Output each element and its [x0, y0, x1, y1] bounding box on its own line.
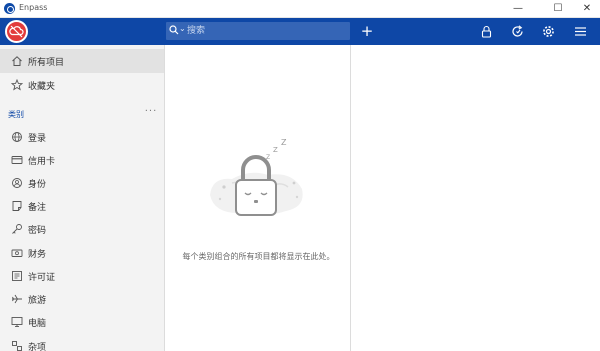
svg-text:Z: Z — [266, 154, 270, 161]
item-detail-pane — [352, 45, 600, 351]
toolbar: ⌄ + — [0, 18, 600, 45]
maximize-button[interactable]: ☐ — [545, 0, 571, 18]
star-icon — [11, 79, 23, 91]
categories-section-title: 类别 — [8, 110, 24, 119]
categories-more-button[interactable]: ··· — [144, 106, 158, 118]
sidebar-item-finance[interactable]: 财务 — [0, 241, 164, 265]
sidebar-item-label: 登录 — [28, 133, 47, 144]
key-icon — [12, 224, 22, 234]
minimize-button[interactable]: — — [505, 0, 531, 18]
sidebar-item-all-items[interactable]: 所有项目 — [0, 49, 164, 73]
identity-icon — [12, 178, 22, 188]
svg-text:Z: Z — [273, 146, 278, 154]
sleeping-lock-illustration: Z Z Z — [210, 138, 303, 216]
sidebar-item-label: 财务 — [28, 249, 47, 260]
sidebar-item-misc[interactable]: 杂项 — [0, 334, 164, 351]
sidebar-item-credit-card[interactable]: 信用卡 — [0, 148, 164, 172]
close-button[interactable]: ✕ — [574, 0, 600, 18]
add-item-button[interactable]: + — [358, 22, 376, 40]
sidebar-item-label: 许可证 — [28, 272, 56, 283]
sidebar-item-label: 所有项目 — [28, 57, 65, 68]
item-list-pane: Z Z Z 每个类别组合的所有项目都将显示在此处。 — [166, 45, 351, 351]
note-icon — [12, 201, 22, 211]
sidebar-item-license[interactable]: 许可证 — [0, 264, 164, 288]
sync-icon[interactable] — [510, 24, 525, 39]
search-input[interactable] — [187, 24, 347, 38]
misc-icon — [12, 341, 22, 351]
plane-icon — [12, 294, 22, 304]
sidebar-item-label: 备注 — [28, 202, 47, 213]
sidebar-item-label: 信用卡 — [28, 156, 56, 167]
menu-icon[interactable] — [573, 24, 588, 39]
sidebar-item-travel[interactable]: 旅游 — [0, 287, 164, 311]
sidebar: 所有项目 收藏夹 类别 ··· 登录 信用卡 身份 备注 密码 财务 许可证 旅… — [0, 45, 165, 351]
svg-text:Z: Z — [281, 138, 287, 147]
gear-icon[interactable] — [541, 24, 556, 39]
search-box[interactable]: ⌄ — [166, 22, 350, 40]
sidebar-item-label: 杂项 — [28, 342, 47, 351]
sidebar-item-label: 收藏夹 — [28, 81, 56, 92]
sidebar-item-computer[interactable]: 电脑 — [0, 310, 164, 334]
app-logo-icon — [4, 3, 15, 14]
sidebar-item-notes[interactable]: 备注 — [0, 194, 164, 218]
sidebar-item-passwords[interactable]: 密码 — [0, 217, 164, 241]
window-title: Enpass — [19, 3, 48, 12]
sidebar-item-favorites[interactable]: 收藏夹 — [0, 73, 164, 97]
finance-icon — [11, 249, 23, 257]
sidebar-item-identity[interactable]: 身份 — [0, 171, 164, 195]
sidebar-item-label: 旅游 — [28, 295, 47, 306]
home-icon — [12, 56, 22, 66]
globe-icon — [12, 132, 22, 142]
vault-avatar[interactable] — [5, 20, 28, 43]
title-bar: Enpass — ☐ ✕ — [0, 0, 600, 18]
sidebar-item-label: 密码 — [28, 225, 47, 236]
empty-state-message: 每个类别组合的所有项目都将显示在此处。 — [182, 252, 335, 261]
computer-icon — [11, 317, 23, 327]
credit-card-icon — [11, 156, 23, 164]
search-icon[interactable] — [169, 25, 179, 35]
search-scope-dropdown-icon[interactable]: ⌄ — [179, 24, 186, 33]
license-icon — [12, 271, 22, 281]
sidebar-item-label: 身份 — [28, 179, 47, 190]
sidebar-item-login[interactable]: 登录 — [0, 125, 164, 149]
lock-icon[interactable] — [479, 24, 494, 39]
sidebar-item-label: 电脑 — [28, 318, 47, 329]
cloud-off-icon — [9, 25, 24, 38]
